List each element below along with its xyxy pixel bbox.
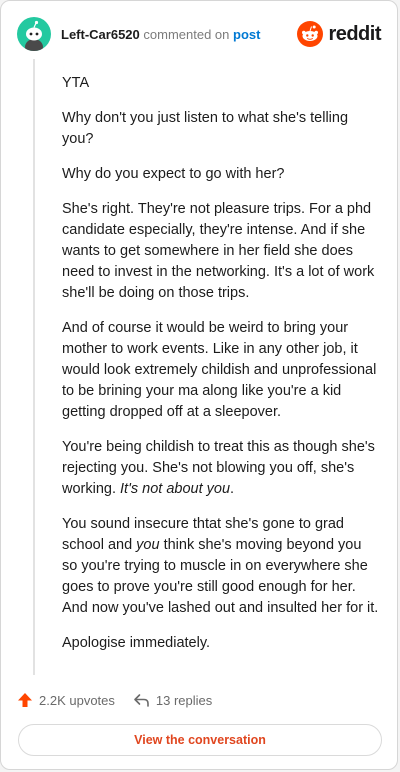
comment-paragraph: Why don't you just listen to what she's … xyxy=(62,110,349,147)
reddit-logo-icon xyxy=(297,21,324,47)
view-conversation-button[interactable]: View the conversation xyxy=(18,724,382,756)
upvote-count: 2.2K upvotes xyxy=(39,692,115,708)
comment-paragraph: She's right. They're not pleasure trips.… xyxy=(62,201,375,301)
comment-footer: 2.2K upvotes 13 replies xyxy=(17,689,212,711)
snoo-avatar-icon[interactable] xyxy=(17,17,51,51)
reddit-brand[interactable]: reddit xyxy=(297,21,381,47)
comment-paragraph: You're being childish to treat this as t… xyxy=(62,437,380,500)
comment-card: Left-Car6520 commented on post reddit YT… xyxy=(0,0,398,770)
replies-button[interactable]: 13 replies xyxy=(133,692,212,708)
brand-wordmark: reddit xyxy=(328,22,381,45)
comment-emphasis: you xyxy=(136,537,160,553)
upvote-button[interactable]: 2.2K upvotes xyxy=(17,692,115,708)
comment-text: . xyxy=(230,481,235,497)
reply-count: 13 replies xyxy=(155,692,213,708)
upvote-arrow-icon xyxy=(18,693,32,707)
comment-header: Left-Car6520 commented on post reddit xyxy=(17,17,381,51)
comment-paragraph: YTA xyxy=(62,75,90,91)
action-text: commented on xyxy=(143,26,230,42)
reply-arrow-icon xyxy=(134,694,149,707)
comment-paragraph: Why do you expect to go with her? xyxy=(62,166,285,182)
post-link[interactable]: post xyxy=(233,27,260,42)
username-link[interactable]: Left-Car6520 xyxy=(61,27,140,42)
comment-paragraph: You sound insecure thtat she's gone to g… xyxy=(62,514,380,619)
comment-paragraph: Apologise immediately. xyxy=(62,635,211,651)
comment-emphasis: It's not about you xyxy=(120,481,231,497)
comment-paragraph: And of course it would be weird to bring… xyxy=(62,320,377,420)
comment-meta: Left-Car6520 commented on post xyxy=(61,27,260,42)
comment-body: YTA Why don't you just listen to what sh… xyxy=(62,73,380,668)
thread-line xyxy=(33,59,35,675)
